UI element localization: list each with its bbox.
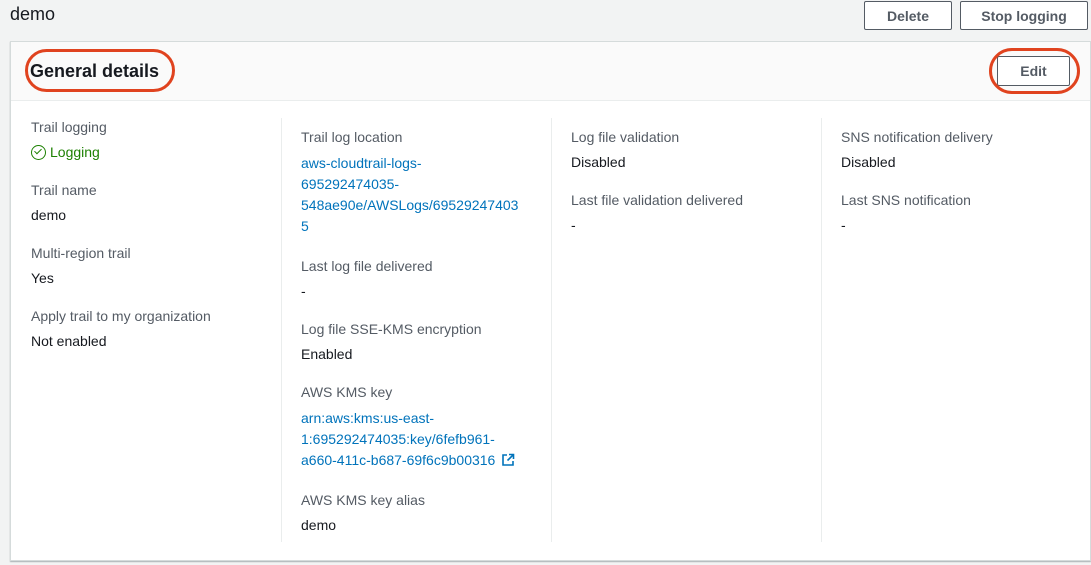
field-value: Disabled xyxy=(571,154,626,170)
check-circle-icon xyxy=(31,144,46,160)
field-label: Last log file delivered xyxy=(301,258,433,274)
column-divider xyxy=(281,118,282,542)
field-value: Enabled xyxy=(301,346,353,362)
link-text: a660-411c-b687-69f6c9b00316 xyxy=(301,452,496,468)
last-sns-field: Last SNS notification - xyxy=(841,191,1081,234)
sns-delivery-field: SNS notification delivery Disabled xyxy=(841,128,1081,171)
field-value: - xyxy=(571,217,576,233)
details-column-2: Trail log location aws-cloudtrail-logs- … xyxy=(301,128,541,542)
link-text: arn:aws:kms:us-east- xyxy=(301,410,435,426)
last-delivered-field: Last log file delivered - xyxy=(301,257,541,300)
log-location-field: Trail log location aws-cloudtrail-logs- … xyxy=(301,128,541,237)
edit-button[interactable]: Edit xyxy=(997,56,1070,86)
field-value: - xyxy=(841,217,846,233)
link-text: aws-cloudtrail-logs- xyxy=(301,155,422,171)
field-label: AWS KMS key xyxy=(301,384,393,400)
field-value: - xyxy=(301,283,306,299)
field-value: Yes xyxy=(31,270,54,286)
kms-alias-field: AWS KMS key alias demo xyxy=(301,491,541,534)
field-value: demo xyxy=(31,207,67,223)
field-label: Multi-region trail xyxy=(31,245,131,261)
field-label: SNS notification delivery xyxy=(841,129,993,145)
details-column-4: SNS notification delivery Disabled Last … xyxy=(841,128,1081,542)
field-label: Trail name xyxy=(31,182,97,198)
field-label: Log file SSE-KMS encryption xyxy=(301,321,482,337)
delete-button[interactable]: Delete xyxy=(864,1,952,30)
field-label: Last file validation delivered xyxy=(571,192,743,208)
field-value: Not enabled xyxy=(31,333,107,349)
field-label: Trail logging xyxy=(31,119,107,135)
column-divider xyxy=(551,118,552,542)
logging-status-text: Logging xyxy=(50,144,100,160)
details-column-1: Trail logging Logging Trail name demo Mu… xyxy=(31,118,271,542)
field-label: AWS KMS key alias xyxy=(301,492,425,508)
page-title: demo xyxy=(10,4,56,24)
kms-key-link[interactable]: arn:aws:kms:us-east- 1:695292474035:key/… xyxy=(301,408,541,471)
details-columns: Trail logging Logging Trail name demo Mu… xyxy=(11,102,1090,542)
logging-status: Logging xyxy=(31,143,271,161)
panel-title: General details xyxy=(30,61,160,81)
external-link-icon[interactable] xyxy=(501,453,515,467)
general-details-panel: General details Edit Trail logging Loggi… xyxy=(10,41,1091,561)
field-label: Log file validation xyxy=(571,129,680,145)
column-divider xyxy=(821,118,822,542)
details-column-3: Log file validation Disabled Last file v… xyxy=(571,128,811,542)
link-text: 548ae90e/AWSLogs/69529247403 xyxy=(301,197,519,213)
link-text: 695292474035- xyxy=(301,176,400,192)
field-value: Disabled xyxy=(841,154,896,170)
field-label: Trail log location xyxy=(301,129,403,145)
log-location-link[interactable]: aws-cloudtrail-logs- 695292474035- 548ae… xyxy=(301,153,541,237)
stop-logging-button[interactable]: Stop logging xyxy=(960,1,1088,30)
apply-org-field: Apply trail to my organization Not enabl… xyxy=(31,307,271,350)
kms-key-field: AWS KMS key arn:aws:kms:us-east- 1:69529… xyxy=(301,383,541,471)
multi-region-field: Multi-region trail Yes xyxy=(31,244,271,287)
trail-logging-field: Trail logging Logging xyxy=(31,118,271,161)
field-label: Last SNS notification xyxy=(841,192,971,208)
page-header: demo Delete Stop logging xyxy=(0,0,1091,36)
validation-field: Log file validation Disabled xyxy=(571,128,811,171)
trail-name-field: Trail name demo xyxy=(31,181,271,224)
panel-header: General details Edit xyxy=(11,42,1090,101)
field-label: Apply trail to my organization xyxy=(31,308,211,324)
link-text: 1:695292474035:key/6fefb961- xyxy=(301,431,495,447)
link-text-row: a660-411c-b687-69f6c9b00316 xyxy=(301,450,541,471)
last-validation-field: Last file validation delivered - xyxy=(571,191,811,234)
sse-kms-field: Log file SSE-KMS encryption Enabled xyxy=(301,320,541,363)
link-text: 5 xyxy=(301,218,309,234)
field-value: demo xyxy=(301,517,337,533)
